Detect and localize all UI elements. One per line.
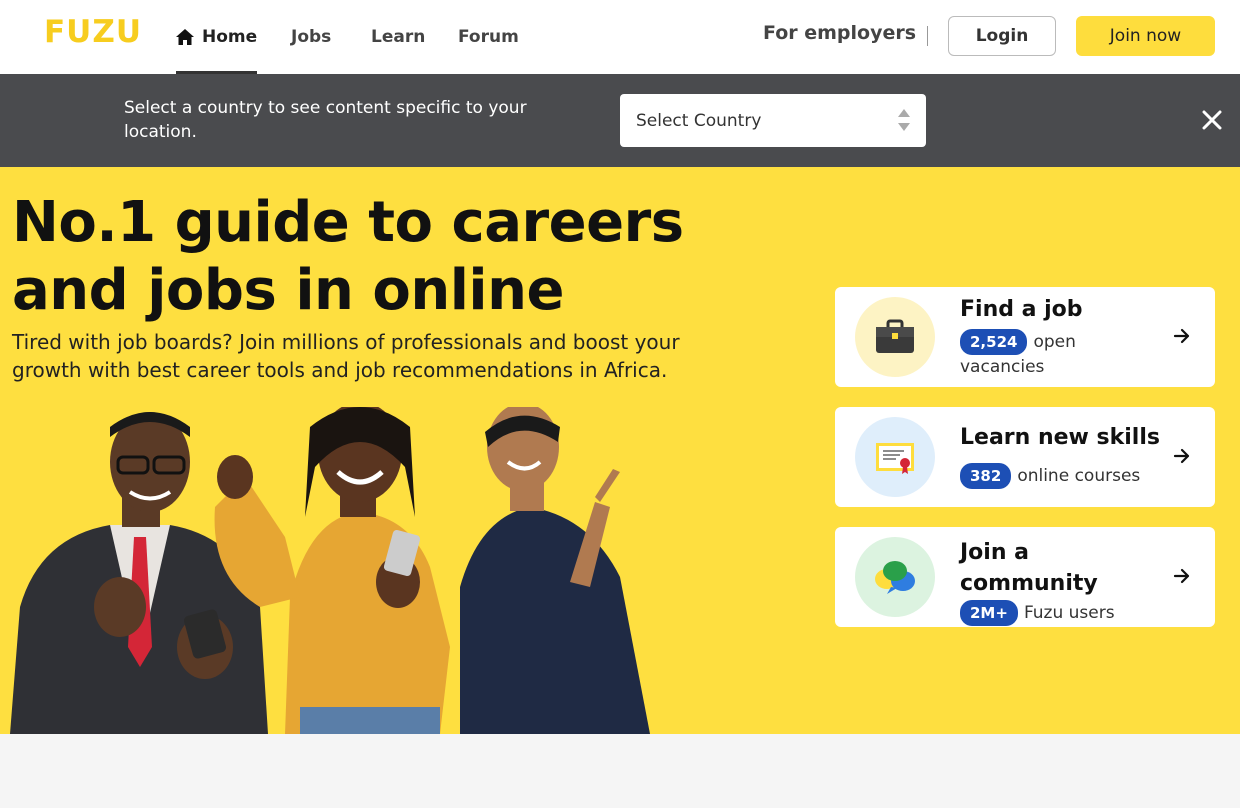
card-meta: 2,524 open vacancies xyxy=(960,329,1160,379)
login-button[interactable]: Login xyxy=(948,16,1056,56)
card-title: Find a job xyxy=(960,297,1083,322)
hero-people-image xyxy=(10,407,650,734)
country-message: Select a country to see content specific… xyxy=(124,98,527,142)
nav-learn[interactable]: Learn xyxy=(371,0,425,74)
country-banner: Select a country to see content specific… xyxy=(0,74,1240,167)
hero-section: No.1 guide to careers and jobs in online… xyxy=(0,167,1240,734)
nav-forum[interactable]: Forum xyxy=(458,0,519,74)
close-icon[interactable] xyxy=(1200,108,1224,132)
users-count-badge: 2M+ xyxy=(960,600,1018,626)
arrow-right-icon xyxy=(1173,568,1190,584)
nav-home[interactable]: Home xyxy=(176,0,258,74)
country-select-value: Select Country xyxy=(636,110,762,131)
card-title: Join a community xyxy=(960,540,1098,596)
person-navy xyxy=(460,407,650,734)
learn-skills-card[interactable]: Learn new skills 382 online courses xyxy=(835,407,1215,507)
vacancies-count-badge: 2,524 xyxy=(960,329,1028,355)
find-job-card[interactable]: Find a job 2,524 open vacancies xyxy=(835,287,1215,387)
card-meta: 2M+ Fuzu users xyxy=(960,600,1115,626)
chat-bubbles-icon xyxy=(855,537,935,617)
select-arrows-icon xyxy=(898,109,910,131)
card-meta-text: online courses xyxy=(1017,466,1141,486)
hero-subtitle: Tired with job boards? Join millions of … xyxy=(12,330,680,382)
hero-title: No.1 guide to careers and jobs in online xyxy=(12,190,684,323)
card-meta-text: Fuzu users xyxy=(1023,603,1115,623)
page-bottom-area xyxy=(0,734,1240,808)
card-meta: 382 online courses xyxy=(960,463,1140,489)
arrow-right-icon xyxy=(1173,328,1190,344)
home-icon xyxy=(176,29,194,45)
for-employers-link[interactable]: For employers xyxy=(763,22,916,44)
header-divider xyxy=(927,26,928,46)
country-select[interactable]: Select Country xyxy=(620,94,926,147)
briefcase-icon xyxy=(855,297,935,377)
fuzu-logo[interactable]: FUZU xyxy=(44,14,142,50)
certificate-icon xyxy=(855,417,935,497)
arrow-right-icon xyxy=(1173,448,1190,464)
courses-count-badge: 382 xyxy=(960,463,1012,489)
nav-jobs[interactable]: Jobs xyxy=(291,0,331,74)
site-header: FUZU Home Jobs Learn Forum For employers… xyxy=(0,0,1240,74)
join-community-card[interactable]: Join a community 2M+ Fuzu users xyxy=(835,527,1215,627)
card-title: Learn new skills xyxy=(960,425,1160,450)
join-now-button[interactable]: Join now xyxy=(1076,16,1215,56)
nav-home-label: Home xyxy=(202,27,258,47)
